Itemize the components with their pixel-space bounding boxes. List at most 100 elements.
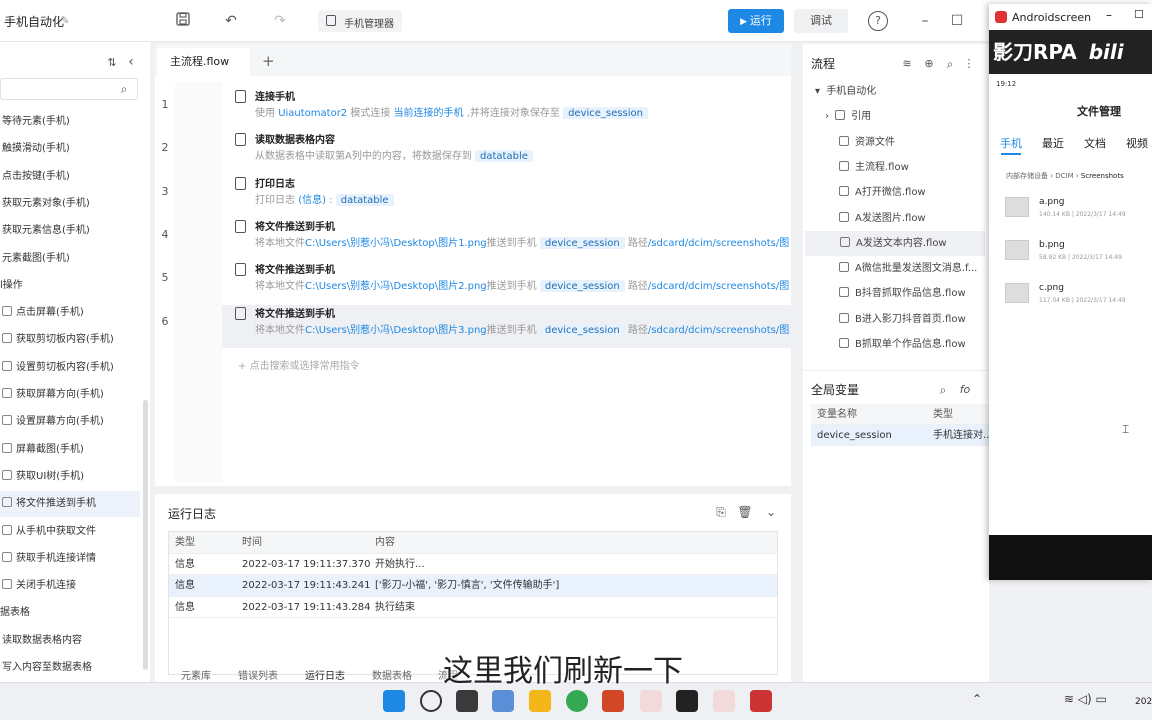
command-item[interactable]: 据表格 [0,600,30,626]
yingdao-icon[interactable] [640,690,662,712]
flow-step[interactable]: 将文件推送到手机 将本地文件C:\Users\别惹小冯\Desktop\图片2.p… [222,261,792,304]
command-item[interactable]: 将文件推送到手机 [0,491,140,518]
command-item[interactable]: 设置屏幕方向(手机) [0,409,104,435]
flow-tree-item[interactable]: 主流程.flow [815,155,909,180]
command-item[interactable]: 触摸滑动(手机) [0,136,70,162]
file-thumbnail[interactable] [1005,240,1029,260]
function-icon[interactable]: fo [956,381,974,399]
redo-icon[interactable]: ↷ [271,12,289,30]
trash-icon[interactable]: 🗑 [736,503,754,521]
command-item[interactable]: 获取元素对象(手机) [0,191,90,217]
log-row[interactable]: 信息 2022-03-17 19:11:43.284 执行结束 [169,597,777,618]
widgets-icon[interactable] [492,690,514,712]
file-name[interactable]: a.png [1039,197,1065,207]
flow-tree-item[interactable]: 资源文件 [815,130,895,155]
add-flow-icon[interactable]: ⊕ [920,55,938,73]
androidscreen-icon[interactable] [750,690,772,712]
command-item[interactable]: 写入内容至数据表格 [0,655,92,681]
add-command-hint[interactable]: + 点击搜索或选择常用指令 [238,357,360,372]
command-item[interactable]: 读取数据表格内容 [0,628,82,654]
system-tray[interactable]: ⌃ ≋ ◁) ▭ [972,692,1107,706]
command-item[interactable]: 等待元素(手机) [0,109,70,135]
flow-tree-item[interactable]: B抖音抓取作品信息.flow [815,281,966,306]
command-item[interactable]: 获取屏幕方向(手机) [0,382,104,408]
minimize-icon[interactable]: – [916,12,934,30]
flow-tree-item[interactable]: A发送文本内容.flow [805,230,985,256]
chrome-icon[interactable] [566,690,588,712]
tree-collapsed-icon[interactable]: › [825,111,832,122]
crumb-screenshots[interactable]: Screenshots [1081,172,1124,180]
flow-step[interactable]: 读取数据表格内容 从数据表格中读取第A列中的内容，将数据保存到 datatable [222,131,792,174]
flow-tree-item[interactable]: › 引用 [815,104,871,129]
flow-tree-item[interactable]: ▾ 手机自动化 [815,79,876,104]
flow-step[interactable]: 打印日志 打印日志 (信息) : datatable [222,175,792,218]
search-icon[interactable]: ⌕ [115,80,133,98]
recorder-icon[interactable] [676,690,698,712]
flow-tree-item[interactable]: A微信批量发送图文消息.f... [815,256,977,281]
sort-icon[interactable]: ⇅ [103,54,121,72]
log-row[interactable]: 信息 2022-03-17 19:11:43.241 ['影刀-小福', '影刀-慎… [169,575,777,597]
powerpoint-icon[interactable] [602,690,624,712]
maximize-icon[interactable]: ☐ [948,12,966,30]
command-item[interactable]: 元素截图(手机) [0,246,70,272]
log-row[interactable]: 信息 2022-03-17 19:11:37.370 开始执行... [169,554,777,575]
file-name[interactable]: b.png [1039,240,1065,250]
android-maximize-icon[interactable]: ☐ [1134,8,1144,21]
command-item[interactable]: 获取UI树(手机) [0,464,84,490]
more-icon[interactable]: ⋮ [960,55,978,73]
command-item[interactable]: 点击按键(手机) [0,164,70,190]
save-icon[interactable] [174,12,192,30]
bottom-tab[interactable]: 错误列表 [238,667,278,682]
phone-tab[interactable]: 文档 [1084,135,1106,151]
globals-search-icon[interactable]: ⌕ [934,381,952,399]
flow-step[interactable]: 将文件推送到手机 将本地文件C:\Users\别惹小冯\Desktop\图片3.p… [222,304,792,348]
android-minimize-icon[interactable]: – [1106,8,1112,22]
flow-tree-item[interactable]: B抓取单个作品信息.flow [815,332,966,357]
globals-row[interactable]: device_session 手机连接对... [811,425,989,446]
flow-step[interactable]: 连接手机 使用 Uiautomator2 模式连接 当前连接的手机 ,并将连接对象… [222,88,792,131]
add-tab-icon[interactable]: + [262,52,275,70]
file-explorer-icon[interactable] [529,690,551,712]
undo-icon[interactable]: ↶ [222,12,240,30]
taskbar-search-icon[interactable] [420,690,442,712]
debug-button[interactable]: 调试 [794,9,848,33]
bottom-tab[interactable]: 运行日志 [305,667,345,682]
layers-icon[interactable]: ≋ [898,55,916,73]
flow-step[interactable]: 将文件推送到手机 将本地文件C:\Users\别惹小冯\Desktop\图片1.p… [222,218,792,261]
tree-expanded-icon[interactable]: ▾ [815,86,823,97]
chevron-down-icon[interactable]: ⌄ [762,503,780,521]
phone-tab[interactable]: 手机 [1000,135,1022,151]
task-view-icon[interactable] [456,690,478,712]
flow-search-icon[interactable]: ⌕ [941,55,959,73]
command-item[interactable]: 点击屏幕(手机) [0,300,84,326]
collapse-left-icon[interactable]: ‹ [122,53,140,71]
run-button[interactable]: ▶ 运行 [728,9,784,33]
start-icon[interactable] [383,690,405,712]
command-item[interactable]: l操作 [0,273,23,299]
tray-chevron-icon[interactable]: ⌃ [972,692,982,706]
wifi-icon[interactable]: ≋ [1064,692,1074,706]
left-scrollbar[interactable] [143,400,148,670]
edit-icon[interactable]: ✎ [56,12,74,30]
command-item[interactable]: 获取元素信息(手机) [0,218,90,244]
command-item[interactable]: 获取手机连接详情 [0,546,96,572]
bottom-tab[interactable]: 数据表格 [372,667,412,682]
phone-tab[interactable]: 视频 [1126,135,1148,151]
command-item[interactable]: 从手机中获取文件 [0,519,96,545]
crumb-storage[interactable]: 内部存储设备 [1006,172,1048,180]
flow-tree-item[interactable]: A打开微信.flow [815,180,926,205]
crumb-dcim[interactable]: DCIM [1055,172,1073,180]
yingdao-2-icon[interactable] [713,690,735,712]
command-item[interactable]: 获取剪切板内容(手机) [0,327,114,353]
tab-main-flow[interactable]: 主流程.flow [157,48,250,76]
file-thumbnail[interactable] [1005,283,1029,303]
command-item[interactable]: 关闭手机连接 [0,573,76,599]
phone-tab[interactable]: 最近 [1042,135,1064,151]
command-item[interactable]: 屏幕截图(手机) [0,437,84,463]
volume-icon[interactable]: ◁) [1078,692,1092,706]
file-name[interactable]: c.png [1039,283,1064,293]
phone-breadcrumb[interactable]: 内部存储设备 › DCIM › Screenshots [1006,171,1124,181]
command-item[interactable]: 设置剪切板内容(手机) [0,355,114,381]
flow-tree-item[interactable]: B进入影刀抖音首页.flow [815,307,966,332]
file-thumbnail[interactable] [1005,197,1029,217]
